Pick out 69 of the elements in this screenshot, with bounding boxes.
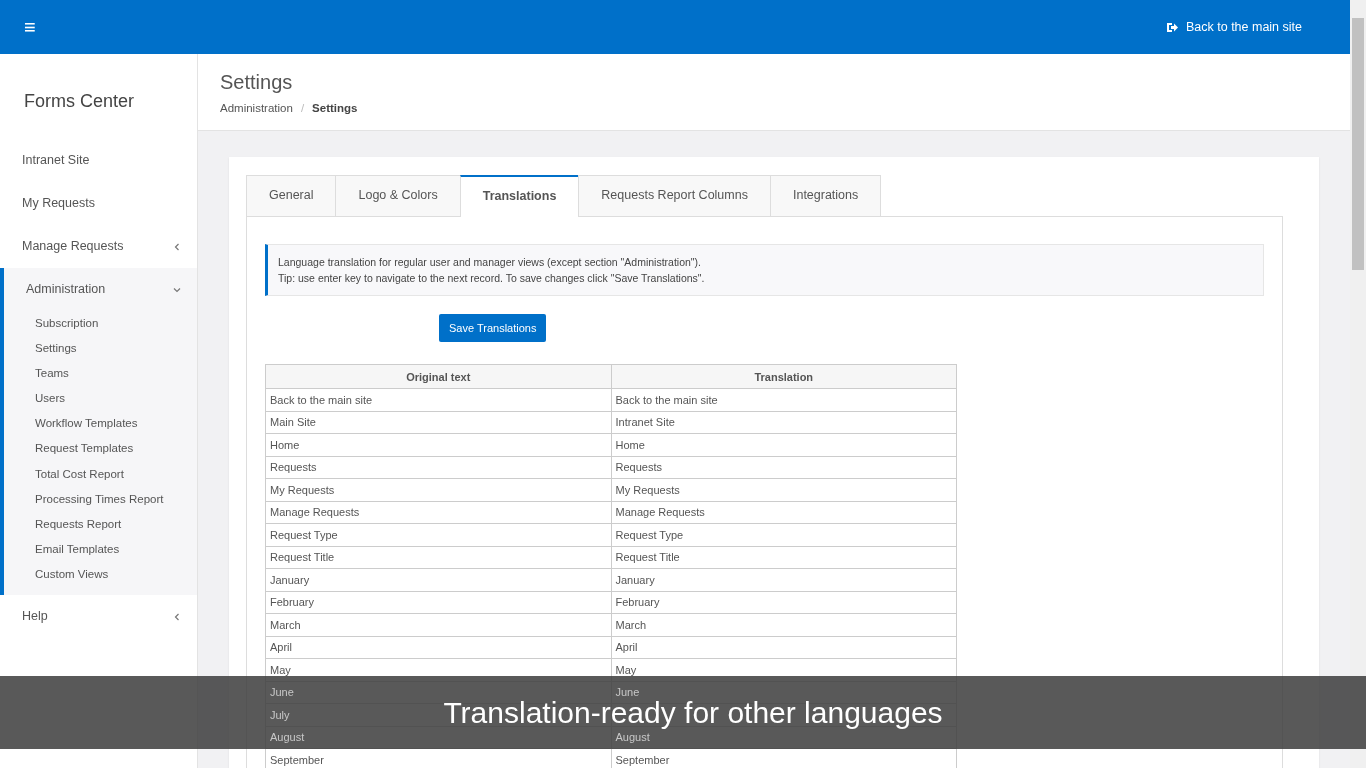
save-button[interactable]: Save Translations bbox=[439, 313, 547, 343]
info-text: Tip: use enter key to navigate to the next record. To save changes click "Save Translations". bbox=[278, 270, 706, 286]
info-text: Language translation for regular user and manager views (except section "Administration"). bbox=[278, 254, 702, 270]
caption-text: Translation-ready for other languages bbox=[443, 697, 943, 728]
tab[interactable]: Integrations bbox=[769, 175, 882, 216]
sidebar-item[interactable]: Intranet Site bbox=[0, 139, 197, 182]
table-cell: My Requests bbox=[615, 483, 680, 496]
page-title: Settings bbox=[220, 70, 294, 94]
sidebar-subitem[interactable]: Teams bbox=[4, 361, 197, 387]
sidebar-subitem[interactable]: Custom Views bbox=[4, 561, 197, 588]
column-header: Translation bbox=[611, 364, 957, 389]
sidebar-item[interactable]: Help bbox=[0, 595, 197, 639]
table-cell: August bbox=[615, 731, 650, 744]
sidebar-subitem[interactable]: Subscription bbox=[4, 311, 197, 337]
table-cell: Manage Requests bbox=[615, 506, 705, 519]
sidebar-item[interactable]: Administration bbox=[4, 268, 197, 311]
sidebar-subitem[interactable]: Requests Report bbox=[4, 511, 197, 537]
tab[interactable]: Requests Report Columns bbox=[578, 175, 771, 216]
sidebar-subitem[interactable]: Users bbox=[4, 386, 197, 412]
table-cell: February bbox=[615, 596, 660, 609]
back-link[interactable]: Back to the main site bbox=[1165, 17, 1302, 37]
table-cell: Requests bbox=[270, 461, 317, 474]
table-cell: April bbox=[615, 641, 638, 654]
table-cell: May bbox=[615, 663, 637, 676]
table-cell: Requests bbox=[615, 461, 662, 474]
table-cell: September bbox=[615, 753, 670, 766]
column-header: Original text bbox=[265, 364, 611, 389]
table-cell: March bbox=[615, 618, 647, 631]
sidebar-subitem[interactable]: Settings bbox=[4, 336, 197, 362]
tab[interactable]: Translations bbox=[459, 175, 580, 217]
table-cell: Request Title bbox=[270, 551, 335, 564]
table-cell: June bbox=[615, 686, 640, 699]
menu-button[interactable]: ≡ bbox=[22, 17, 38, 37]
table-cell: Back to the main site bbox=[615, 393, 718, 406]
tab[interactable]: Logo & Colors bbox=[335, 175, 461, 216]
table-cell: March bbox=[270, 618, 301, 631]
sidebar-subitem[interactable]: Total Cost Report bbox=[4, 461, 197, 487]
table-cell: January bbox=[270, 573, 310, 586]
sidebar-item[interactable]: My Requests bbox=[0, 182, 197, 225]
table-cell: January bbox=[615, 573, 655, 586]
table-cell: August bbox=[270, 731, 305, 744]
tab[interactable]: General bbox=[246, 175, 337, 216]
table-cell: May bbox=[270, 663, 291, 676]
table-cell: Request Title bbox=[615, 551, 680, 564]
table-cell: Main Site bbox=[270, 416, 316, 429]
table-cell: Request Type bbox=[270, 528, 338, 541]
table-cell: February bbox=[270, 596, 315, 609]
table-cell: June bbox=[270, 686, 294, 699]
table-cell: Intranet Site bbox=[615, 416, 675, 429]
sidebar-subitem[interactable]: Workflow Templates bbox=[4, 411, 197, 437]
table-cell: September bbox=[270, 753, 324, 766]
sidebar-subitem[interactable]: Processing Times Report bbox=[4, 486, 197, 512]
table-cell: April bbox=[270, 641, 292, 654]
breadcrumb-item: Settings bbox=[312, 101, 358, 116]
sidebar-item[interactable]: Manage Requests bbox=[0, 225, 197, 268]
breadcrumb-separator: / bbox=[300, 101, 305, 116]
scrollbar-thumb[interactable] bbox=[1352, 18, 1364, 270]
breadcrumb-item[interactable]: Administration bbox=[220, 100, 293, 118]
sidebar-subitem[interactable]: Request Templates bbox=[4, 436, 197, 462]
table-cell: My Requests bbox=[270, 483, 335, 496]
table-cell: Home bbox=[270, 438, 300, 451]
sign-out-icon bbox=[1165, 21, 1178, 33]
brand-title: Forms Center bbox=[23, 90, 136, 113]
table-cell: Back to the main site bbox=[270, 393, 373, 406]
sidebar-subitem[interactable]: Email Templates bbox=[4, 536, 197, 562]
table-cell: Manage Requests bbox=[270, 506, 360, 519]
table-cell: Request Type bbox=[615, 528, 684, 541]
table-cell: Home bbox=[615, 438, 645, 451]
table-cell: July bbox=[270, 708, 290, 721]
